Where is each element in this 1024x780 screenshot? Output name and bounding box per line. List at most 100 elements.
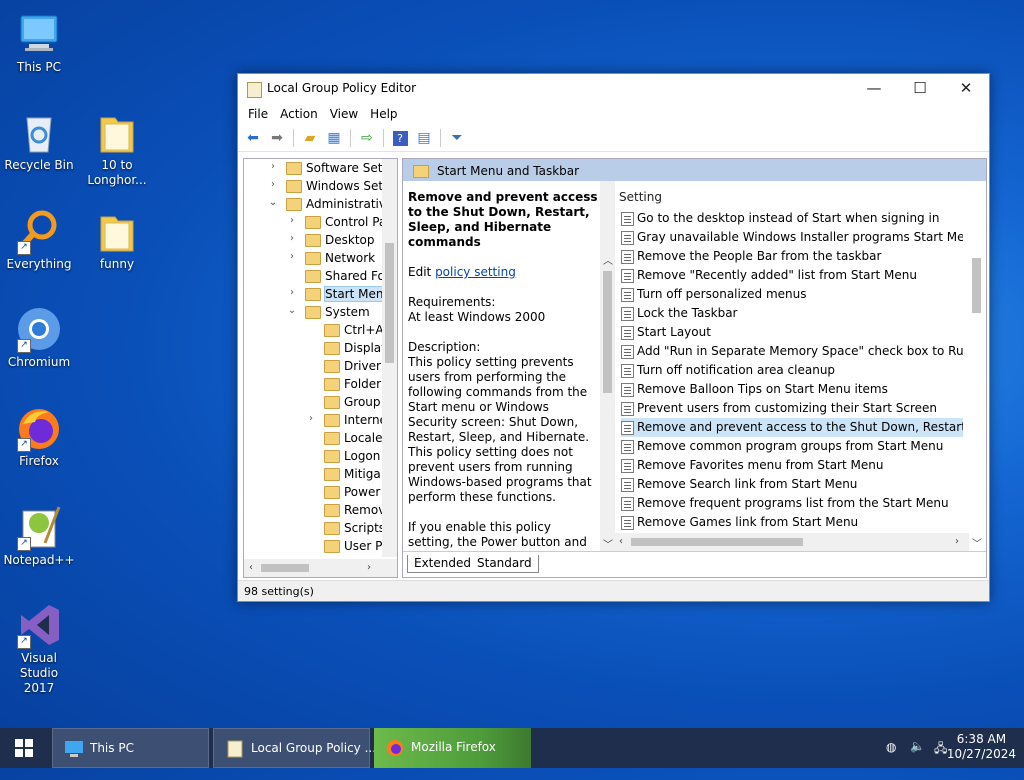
desktop-icon-everything[interactable]: ↗ Everything [0, 207, 78, 272]
desktop-icon-10-to-longhorn[interactable]: 10 to Longhor... [78, 108, 156, 188]
setting-row[interactable]: Remove the People Bar from the taskbar [621, 247, 963, 266]
tree-node[interactable]: Group [244, 393, 382, 411]
scroll-left-icon[interactable]: ‹ [249, 562, 253, 573]
tree-node[interactable]: Mitiga [244, 465, 382, 483]
setting-row[interactable]: Start Layout [621, 323, 963, 342]
scrollbar-thumb[interactable] [261, 564, 309, 572]
setting-row[interactable]: Remove and prevent access to the Shut Do… [621, 418, 963, 437]
clock[interactable]: 6:38 AM 10/27/2024 [947, 732, 1016, 762]
tree-node[interactable]: Ctrl+A [244, 321, 382, 339]
setting-row[interactable]: Add "Run in Separate Memory Space" check… [621, 342, 963, 361]
tree-horizontal-scrollbar[interactable]: ‹ › [244, 559, 397, 577]
taskbar-button-firefox[interactable]: Mozilla Firefox [374, 728, 531, 768]
scrollbar-thumb[interactable] [972, 258, 981, 313]
tree-vertical-scrollbar[interactable] [382, 159, 397, 557]
close-button[interactable]: ✕ [943, 74, 989, 103]
setting-row[interactable]: Lock the Taskbar [621, 304, 963, 323]
desktop-icon-funny[interactable]: funny [78, 207, 156, 272]
maximize-button[interactable]: ☐ [897, 74, 943, 103]
scroll-up-icon[interactable]: ︿ [603, 252, 613, 267]
chevron-right-icon[interactable]: › [287, 215, 297, 226]
setting-row[interactable]: Turn off notification area cleanup [621, 361, 963, 380]
desktop-icon-chromium[interactable]: ↗ Chromium [0, 305, 78, 370]
title-bar[interactable]: Local Group Policy Editor — ☐ ✕ [238, 74, 989, 103]
scroll-left-icon[interactable]: ‹ [619, 536, 623, 547]
volume-icon[interactable]: 🔈 [910, 739, 925, 779]
help-icon[interactable]: ? [389, 128, 411, 148]
column-header-setting[interactable]: Setting [619, 190, 662, 204]
properties-icon[interactable]: ▤ [413, 128, 435, 148]
scroll-right-icon[interactable]: › [955, 536, 959, 547]
tree-node[interactable]: › Control Pa [244, 213, 382, 231]
tree-node[interactable]: Shared Fol [244, 267, 382, 285]
menu-help[interactable]: Help [364, 107, 403, 121]
setting-row[interactable]: Remove Search link from Start Menu [621, 475, 963, 494]
menu-file[interactable]: File [242, 107, 274, 121]
list-vertical-scrollbar[interactable]: ﹀ [969, 205, 984, 551]
setting-row[interactable]: Remove Balloon Tips on Start Menu items [621, 380, 963, 399]
export-list-icon[interactable]: ⇨ [356, 128, 378, 148]
network-globe-icon[interactable]: ◍ [886, 740, 896, 780]
chevron-down-icon[interactable]: ⌄ [287, 305, 297, 316]
show-hide-tree-icon[interactable]: ▦ [323, 128, 345, 148]
tree-node[interactable]: Locale [244, 429, 382, 447]
desktop-icon-this-pc[interactable]: This PC [0, 10, 78, 75]
tree-node[interactable]: Remov [244, 501, 382, 519]
chevron-right-icon[interactable]: › [268, 161, 278, 172]
chevron-down-icon[interactable]: ⌄ [268, 197, 278, 208]
tree-node[interactable]: › Interne [244, 411, 382, 429]
tree-node[interactable]: › Desktop [244, 231, 382, 249]
setting-row[interactable]: Remove Games link from Start Menu [621, 513, 963, 532]
chevron-right-icon[interactable]: › [287, 251, 297, 262]
tree-node[interactable]: ⌄ System [244, 303, 382, 321]
filter-icon[interactable]: ⏷ [446, 128, 468, 148]
list-horizontal-scrollbar[interactable]: ‹ › [615, 533, 969, 551]
scroll-down-icon[interactable]: ﹀ [603, 536, 613, 551]
tree-node[interactable]: › Windows Sett [244, 177, 382, 195]
scroll-down-icon[interactable]: ﹀ [972, 535, 982, 550]
scrollbar-thumb[interactable] [603, 271, 612, 393]
tree-node[interactable]: Folder [244, 375, 382, 393]
chevron-right-icon[interactable]: › [287, 287, 297, 298]
setting-row[interactable]: Remove Favorites menu from Start Menu [621, 456, 963, 475]
network-icon[interactable]: 🖧 [934, 739, 947, 779]
desktop-icon-visual-studio-2017[interactable]: ↗ Visual Studio 2017 [0, 601, 78, 696]
tree-node[interactable]: › Start Menu [244, 285, 382, 303]
chevron-right-icon[interactable]: › [306, 413, 316, 424]
tree-node[interactable]: Driver [244, 357, 382, 375]
desktop-icon-recycle-bin[interactable]: Recycle Bin [0, 108, 78, 173]
setting-row[interactable]: Go to the desktop instead of Start when … [621, 209, 963, 228]
tree-node[interactable]: User P [244, 537, 382, 555]
taskbar-button-group-policy[interactable]: Local Group Policy ... [213, 728, 376, 768]
tree-node[interactable]: Power [244, 483, 382, 501]
back-arrow-icon[interactable]: ⬅ [242, 128, 264, 148]
tree-node[interactable]: Logon [244, 447, 382, 465]
tree-node[interactable]: ⌄ Administrative [244, 195, 382, 213]
menu-view[interactable]: View [324, 107, 364, 121]
description-scrollbar[interactable]: ︿ ﹀ [600, 181, 615, 551]
policy-setting-link[interactable]: policy setting [435, 265, 516, 279]
setting-row[interactable]: Remove common program groups from Start … [621, 437, 963, 456]
setting-row[interactable]: Gray unavailable Windows Installer progr… [621, 228, 963, 247]
scrollbar-thumb[interactable] [385, 243, 394, 363]
setting-row[interactable]: Remove "Recently added" list from Start … [621, 266, 963, 285]
desktop-icon-notepad-plus-plus[interactable]: ↗ Notepad++ [0, 503, 78, 568]
desktop-icon-firefox[interactable]: ↗ Firefox [0, 404, 78, 469]
chevron-right-icon[interactable]: › [287, 233, 297, 244]
setting-row[interactable]: Prevent users from customizing their Sta… [621, 399, 963, 418]
tab-standard[interactable]: Standard [471, 555, 539, 573]
setting-row[interactable]: Turn off personalized menus [621, 285, 963, 304]
up-folder-icon[interactable]: ▰ [299, 128, 321, 148]
start-button[interactable] [0, 728, 48, 768]
tab-extended[interactable]: Extended [407, 555, 478, 573]
setting-row[interactable]: Remove frequent programs list from the S… [621, 494, 963, 513]
tree-node[interactable]: › Network [244, 249, 382, 267]
taskbar-button-this-pc[interactable]: This PC [52, 728, 209, 768]
chevron-right-icon[interactable]: › [268, 179, 278, 190]
tree-node[interactable]: Scripts [244, 519, 382, 537]
tree-node[interactable]: Display [244, 339, 382, 357]
scroll-right-icon[interactable]: › [367, 562, 371, 573]
menu-action[interactable]: Action [274, 107, 324, 121]
scrollbar-thumb[interactable] [631, 538, 803, 546]
tree-node[interactable]: › Software Setti [244, 159, 382, 177]
